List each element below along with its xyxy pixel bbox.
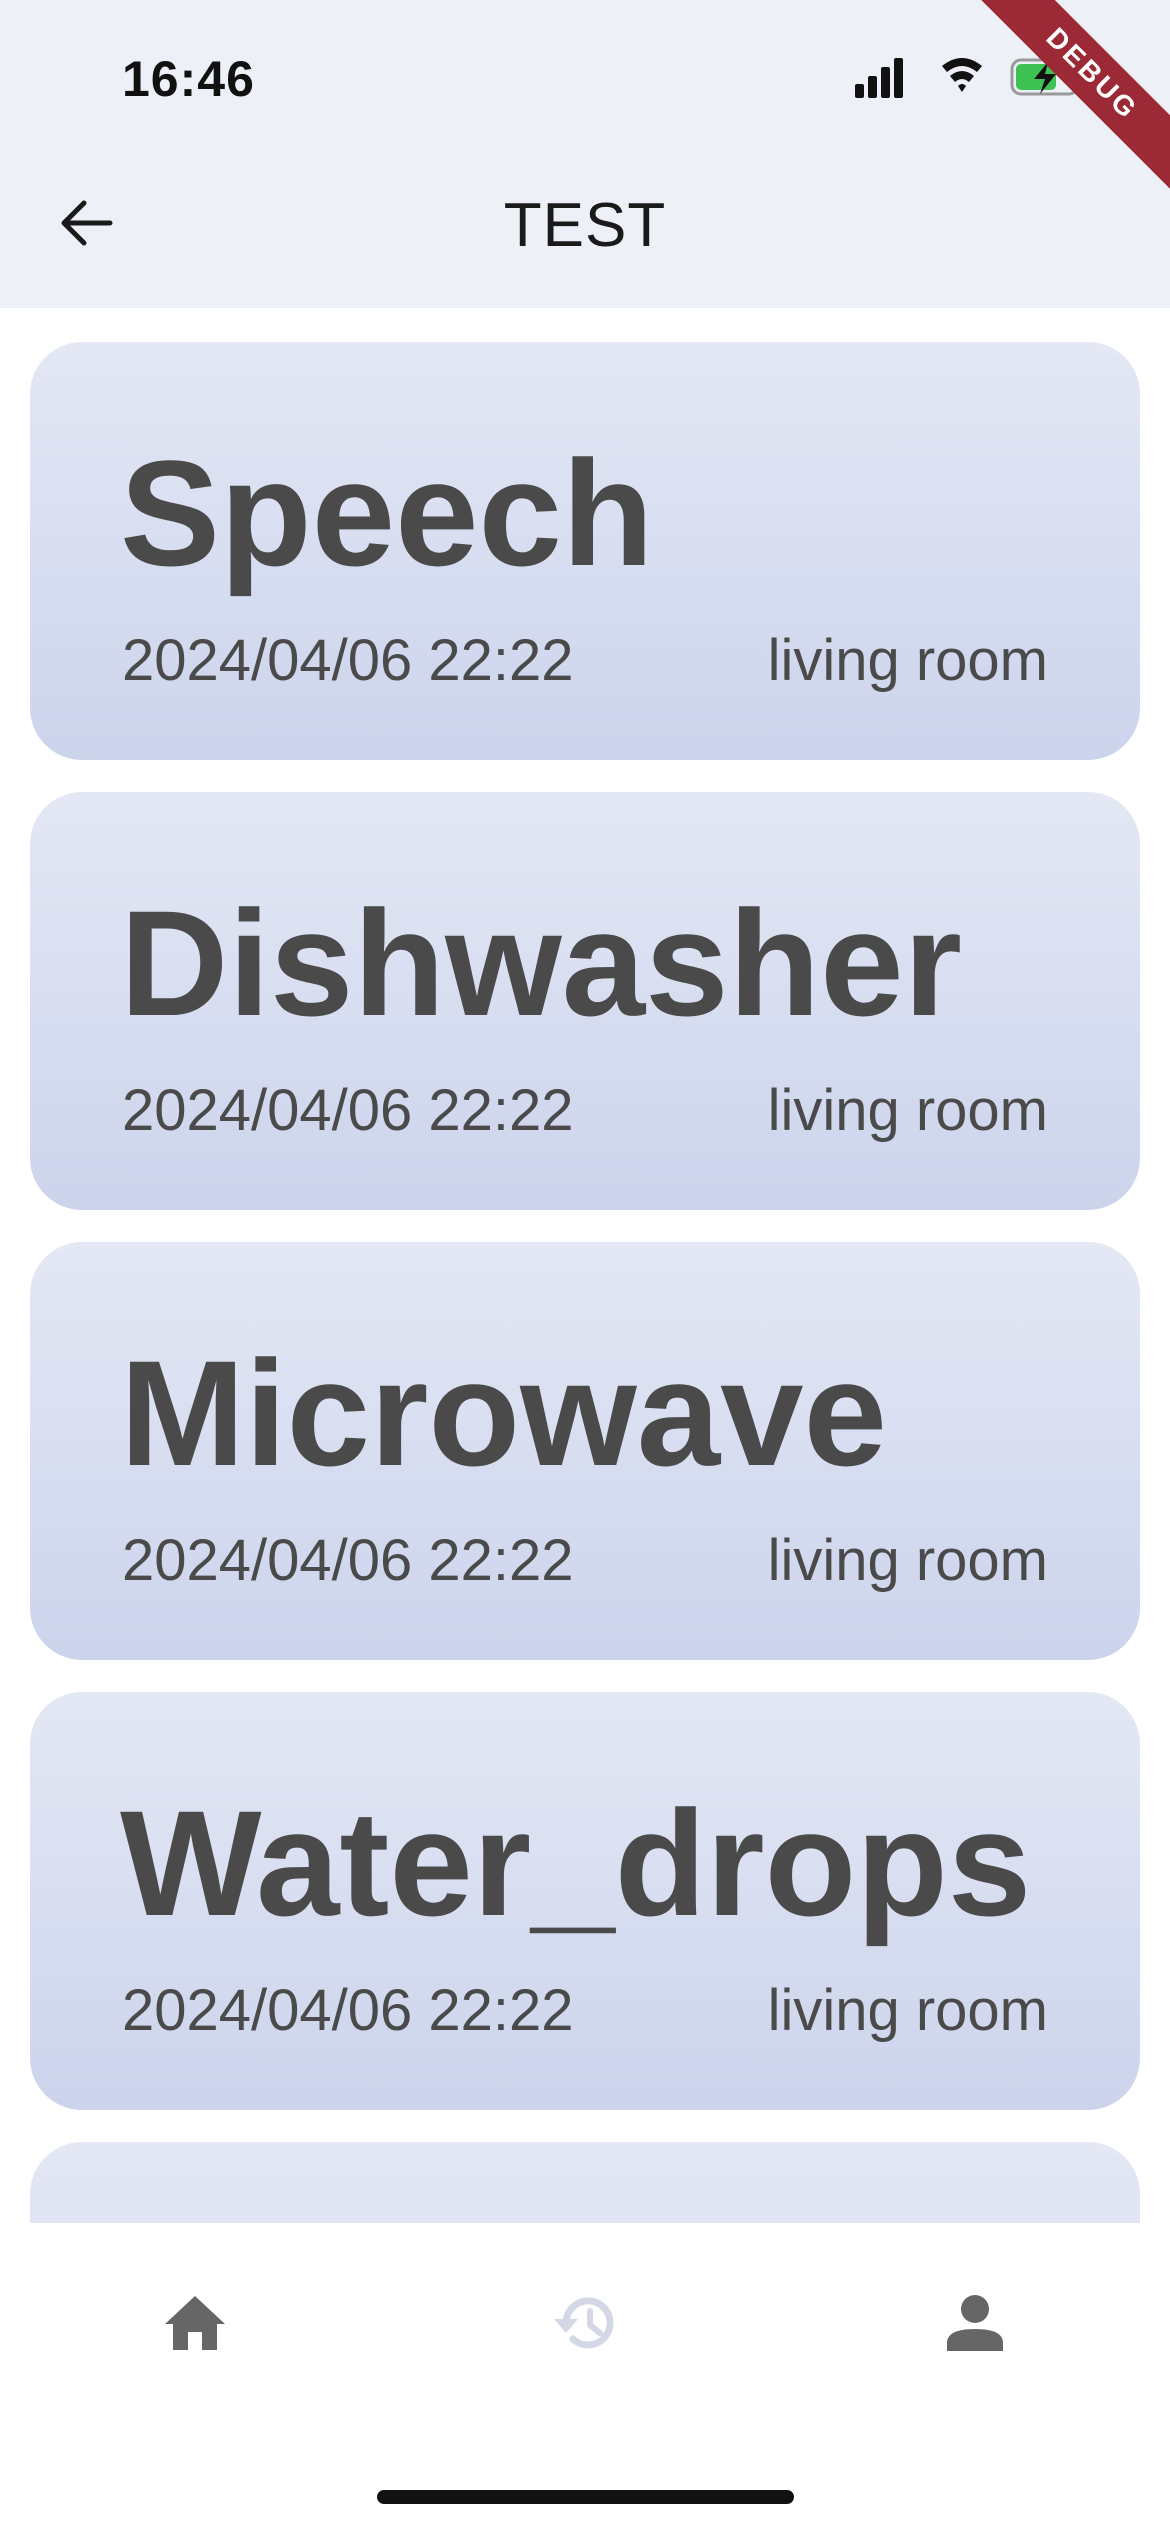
card-location: living room <box>767 628 1048 693</box>
history-icon <box>554 2297 614 2349</box>
sound-event-card[interactable]: Dishwasher 2024/04/06 22:22 living room <box>30 792 1140 1210</box>
sound-event-card[interactable]: Water_drops 2024/04/06 22:22 living room <box>30 1692 1140 2110</box>
page-title: TEST <box>503 191 667 260</box>
card-date: 2024/04/06 22:22 <box>122 1978 574 2043</box>
card-title: Microwave <box>120 1329 887 1497</box>
card-title: Speech <box>120 429 654 597</box>
sound-event-card-partial[interactable] <box>30 2142 1140 2223</box>
card-location: living room <box>767 1528 1048 1593</box>
wifi-icon <box>942 58 982 92</box>
card-date: 2024/04/06 22:22 <box>122 1078 574 1143</box>
nav-home-button[interactable] <box>150 2278 240 2368</box>
card-location: living room <box>767 1978 1048 2043</box>
nav-history-button[interactable] <box>540 2278 630 2368</box>
sound-event-card[interactable]: Microwave 2024/04/06 22:22 living room <box>30 1242 1140 1660</box>
person-icon <box>947 2295 1003 2351</box>
home-icon <box>165 2296 225 2350</box>
sound-event-card[interactable]: Speech 2024/04/06 22:22 living room <box>30 342 1140 760</box>
card-date: 2024/04/06 22:22 <box>122 1528 574 1593</box>
cellular-signal-icon <box>855 58 903 98</box>
sound-event-list[interactable]: Speech 2024/04/06 22:22 living room Dish… <box>0 308 1170 2223</box>
bottom-navigation-bar <box>0 2223 1170 2532</box>
card-title: Dishwasher <box>120 879 962 1047</box>
nav-profile-button[interactable] <box>930 2278 1020 2368</box>
card-location: living room <box>767 1078 1048 1143</box>
card-title: Water_drops <box>120 1779 1032 1947</box>
home-indicator[interactable] <box>377 2490 794 2504</box>
card-date: 2024/04/06 22:22 <box>122 628 574 693</box>
status-time: 16:46 <box>122 51 255 107</box>
app-header: 16:46 DEBUG TEST <box>0 0 1170 308</box>
